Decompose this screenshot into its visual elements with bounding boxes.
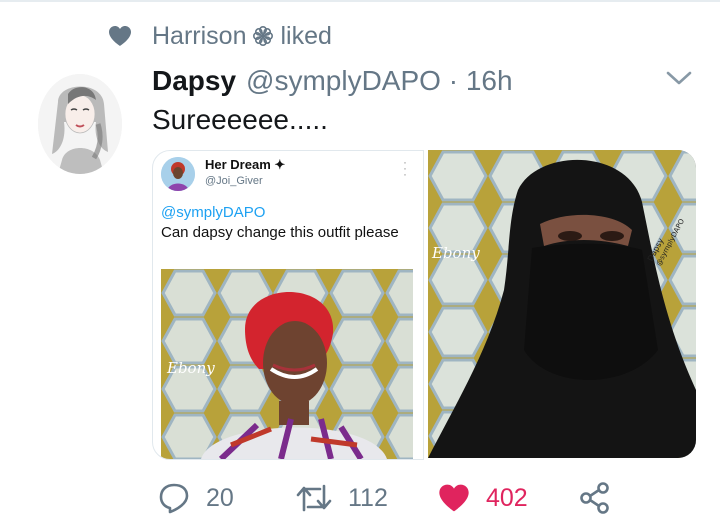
display-name[interactable]: Dapsy: [152, 65, 236, 97]
timestamp[interactable]: 16h: [466, 65, 513, 97]
social-context-action: liked: [280, 21, 332, 50]
svg-text:Ebony: Ebony: [431, 244, 480, 262]
flower-icon: [253, 25, 274, 47]
retweet-icon: [296, 484, 332, 512]
tweet-header: Dapsy @symplyDAPO · 16h: [152, 62, 513, 100]
quoted-handle: @Joi_Giver: [205, 175, 263, 187]
quoted-photo: Ebony: [161, 269, 413, 459]
chevron-down-icon[interactable]: [666, 70, 692, 86]
like-count: 402: [486, 483, 528, 512]
retweet-count: 112: [348, 483, 388, 512]
retweet-button[interactable]: 112: [296, 480, 388, 516]
quoted-mention: @symplyDAPO: [161, 204, 266, 221]
heart-icon: [439, 484, 469, 512]
share-button[interactable]: [578, 480, 628, 516]
media-image-quoted-tweet[interactable]: Her Dream ✦ @Joi_Giver · · · @symplyDAPO C…: [152, 150, 424, 460]
tweet-text: Sureeeeee.....: [152, 104, 328, 135]
share-icon: [580, 482, 609, 514]
svg-text:Ebony: Ebony: [166, 359, 215, 377]
more-icon: · · ·: [403, 155, 407, 181]
heart-icon: [109, 26, 131, 46]
quoted-body: Can dapsy change this outfit please: [161, 224, 399, 241]
tweet-actions: 20 112 402: [0, 470, 720, 526]
top-divider: [0, 0, 720, 2]
quoted-avatar: [161, 157, 195, 191]
avatar[interactable]: [38, 74, 122, 174]
like-button[interactable]: 402: [438, 480, 528, 516]
quoted-text: @symplyDAPO Can dapsy change this outfit…: [161, 203, 411, 243]
handle[interactable]: @symplyDAPO: [246, 65, 441, 97]
media-image-niqab[interactable]: Ebony Dapsy @symplyDAPO: [428, 150, 696, 458]
social-context-name[interactable]: Harrison: [152, 22, 246, 51]
reply-count: 20: [206, 483, 234, 512]
time-separator: ·: [448, 65, 459, 96]
reply-icon: [159, 483, 189, 514]
quoted-display-name: Her Dream ✦: [205, 157, 286, 172]
social-context[interactable]: Harrison liked: [108, 18, 332, 54]
reply-button[interactable]: 20: [158, 480, 234, 516]
